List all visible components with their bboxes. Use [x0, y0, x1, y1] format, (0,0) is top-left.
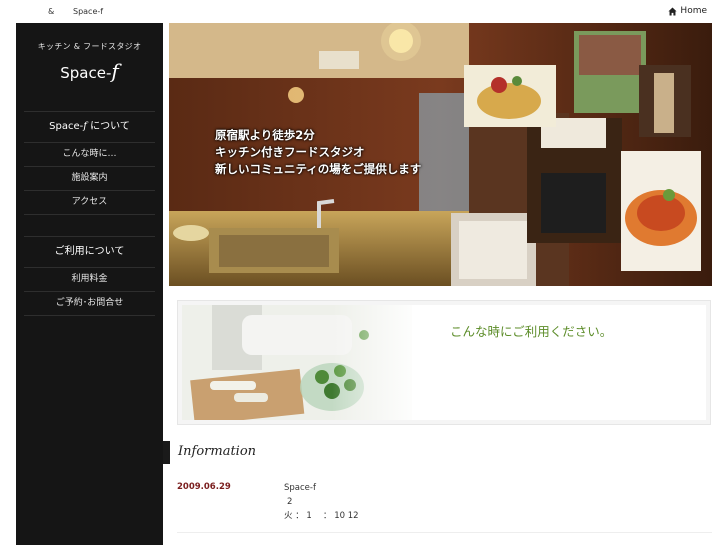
top-bar-amp: &	[48, 7, 55, 16]
use-case-banner-inner: こんな時にご利用ください。	[182, 305, 706, 420]
sidebar-head-prefix: Space-	[49, 121, 84, 132]
sidebar-item-about-space-f[interactable]: Space-f について	[24, 111, 155, 142]
hero-copy: 原宿駅より徒歩2分 キッチン付きフードスタジオ 新しいコミュニティの場をご提供し…	[215, 127, 421, 178]
site-logo[interactable]: Space-f	[16, 59, 163, 83]
sidebar-item-reservation[interactable]: ご予約･お問合せ	[24, 291, 155, 316]
home-link-label: Home	[680, 6, 707, 16]
use-case-banner[interactable]: こんな時にご利用ください。	[177, 300, 711, 425]
use-case-banner-title: こんな時にご利用ください。	[450, 324, 613, 339]
information-title: Information	[178, 444, 257, 459]
hero-line-1: 原宿駅より徒歩2分	[215, 128, 315, 142]
cooking-photo-illustration	[182, 305, 422, 420]
sidebar-tagline: キッチン & フードスタジオ	[37, 42, 142, 51]
top-bar: & Space-f Home	[0, 0, 727, 23]
hero-line-3: 新しいコミュニティの場をご提供します	[215, 162, 422, 176]
sidebar-item-access[interactable]: アクセス	[24, 190, 155, 215]
information-accent-bar	[163, 441, 170, 464]
news-line-1: Space-f	[284, 483, 316, 493]
information-divider	[177, 532, 712, 533]
sidebar-menu-usage: ご利用について 利用料金 ご予約･お問合せ	[24, 236, 155, 316]
hero-image: 原宿駅より徒歩2分 キッチン付きフードスタジオ 新しいコミュニティの場をご提供し…	[169, 23, 712, 286]
hero-line-2: キッチン付きフードスタジオ	[215, 145, 365, 159]
sidebar-menu-about: Space-f について こんな時に… 施設案内 アクセス	[24, 111, 155, 215]
site-logo-text: Space-	[60, 64, 112, 82]
news-date: 2009.06.29	[177, 482, 231, 492]
sidebar: キッチン & フードスタジオ Space-f Space-f について こんな時…	[16, 23, 163, 545]
sidebar-item-facility[interactable]: 施設案内	[24, 166, 155, 190]
news-line-3: 火 ： 1 ： 10 12	[284, 511, 359, 521]
home-link[interactable]: Home	[668, 6, 707, 16]
news-line-2: 2	[287, 497, 293, 507]
sidebar-item-usage[interactable]: ご利用について	[24, 236, 155, 267]
house-icon	[668, 6, 677, 16]
news-item[interactable]: Space-f 2 火 ： 1 ： 10 12	[284, 481, 359, 523]
site-logo-f: f	[111, 59, 119, 83]
sidebar-head-suffix: について	[86, 121, 130, 132]
information-header: Information	[163, 441, 712, 464]
sidebar-item-use-cases[interactable]: こんな時に…	[24, 142, 155, 166]
sidebar-item-pricing[interactable]: 利用料金	[24, 267, 155, 291]
top-bar-brand[interactable]: Space-f	[73, 7, 103, 16]
